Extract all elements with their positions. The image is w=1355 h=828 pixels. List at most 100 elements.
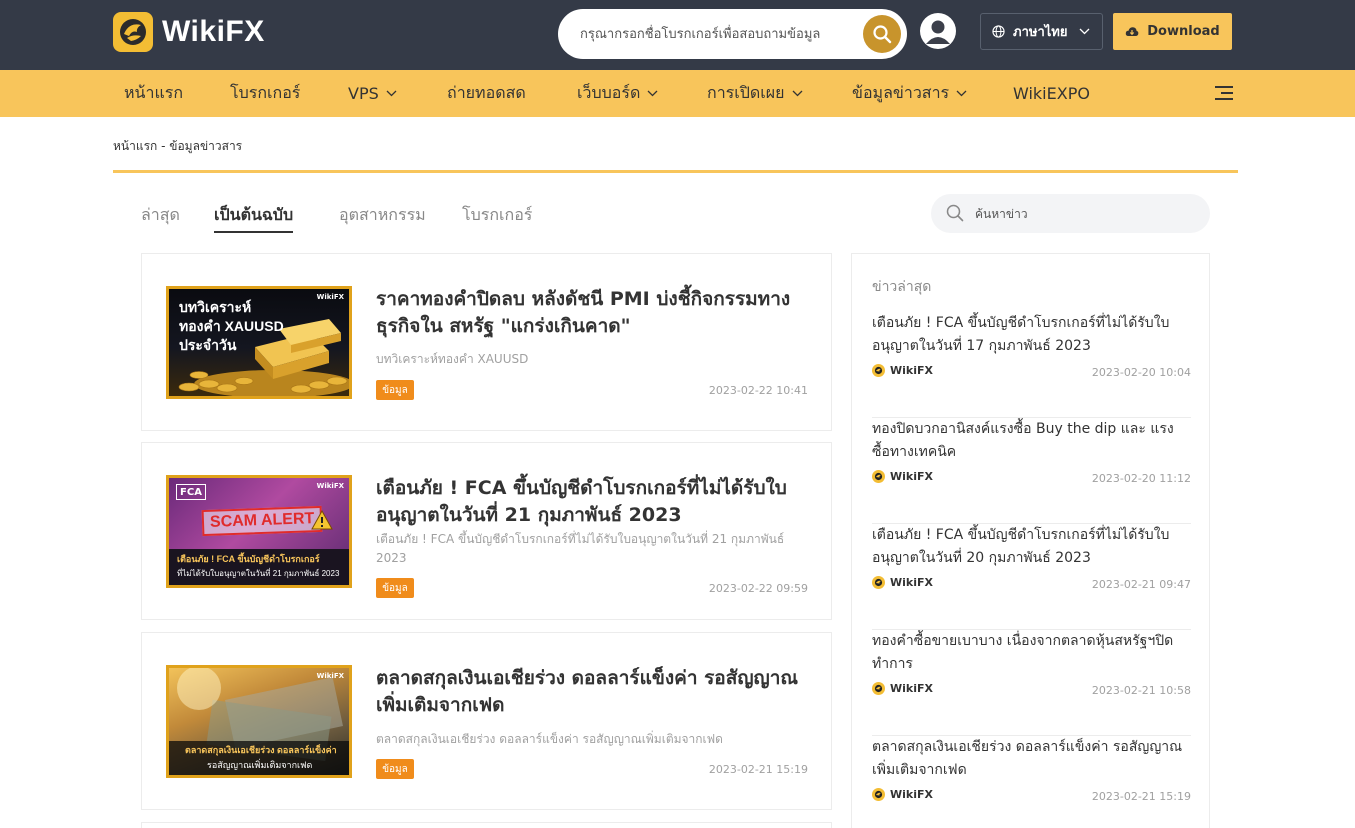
news-source: WikiFX [872, 576, 933, 589]
article-date: 2023-02-21 15:19 [708, 763, 808, 776]
sidebar-news-item[interactable]: ทองปิดบวกอานิสงค์แรงซื้อ Buy the dip และ… [872, 418, 1191, 524]
thumb-line-2: รอสัญญาณเพิ่มเติมจากเฟด [207, 760, 313, 770]
sidebar-news-title[interactable]: ตลาดสกุลเงินเอเชียร่วง ดอลลาร์แข็งค่า รอ… [872, 736, 1191, 782]
broker-search [558, 9, 907, 59]
nav-item-brokers[interactable]: โบรกเกอร์ [230, 70, 300, 117]
nav-item-label: โบรกเกอร์ [230, 83, 301, 102]
sidebar-title: ข่าวล่าสุด [872, 279, 932, 295]
news-date: 2023-02-20 11:12 [1091, 472, 1191, 485]
tab-latest[interactable]: ล่าสุด [141, 203, 180, 233]
sidebar-news-title[interactable]: เตือนภัย ! FCA ขึ้นบัญชีดำโบรกเกอร์ที่ไม… [872, 312, 1191, 358]
wikifx-logo-icon [872, 788, 885, 801]
sidebar-news-item[interactable]: เตือนภัย ! FCA ขึ้นบัญชีดำโบรกเกอร์ที่ไม… [872, 524, 1191, 630]
thumb-line-3: ประจำวัน [179, 337, 237, 353]
latest-news-sidebar: ข่าวล่าสุด เตือนภัย ! FCA ขึ้นบัญชีดำโบร… [851, 253, 1210, 828]
nav-item-label: การเปิดเผย [707, 83, 785, 102]
scam-alert-text: SCAM ALERT [201, 505, 323, 537]
tab-brokers[interactable]: โบรกเกอร์ [462, 203, 532, 233]
news-source: WikiFX [872, 682, 933, 695]
breadcrumb: หน้าแรก - ข้อมูลข่าวสาร [113, 137, 242, 156]
tab-original[interactable]: เป็นต้นฉบับ [214, 203, 294, 233]
news-source-label: WikiFX [890, 576, 933, 589]
broker-search-input[interactable] [580, 22, 850, 46]
nav-item-forum[interactable]: เว็บบอร์ด [577, 70, 658, 117]
sidebar-news-title[interactable]: ทองปิดบวกอานิสงค์แรงซื้อ Buy the dip และ… [872, 418, 1191, 464]
news-date: 2023-02-21 09:47 [1091, 578, 1191, 591]
news-search-input[interactable] [975, 204, 1195, 224]
article-subtitle: บทวิเคราะห์ทองคำ XAUUSD [376, 352, 529, 366]
hamburger-icon[interactable] [1215, 86, 1233, 100]
nav-item-label: ถ่ายทอดสด [447, 83, 526, 102]
news-source-label: WikiFX [890, 470, 933, 483]
category-tag[interactable]: ข้อมูล [376, 578, 414, 598]
chevron-down-icon [1080, 28, 1090, 35]
search-icon [946, 204, 964, 222]
language-label: ภาษาไทย [1013, 25, 1068, 40]
thumb-line-1: เตือนภัย ! FCA ขึ้นบัญชีดำโบรกเกอร์ [177, 554, 320, 564]
article-card[interactable]: FCA SCAM ALERT เตือนภัย ! FCA ขึ้นบัญชีด… [141, 442, 832, 620]
news-source: WikiFX [872, 470, 933, 483]
language-selector[interactable]: ภาษาไทย [980, 13, 1103, 50]
nav-item-disclosure[interactable]: การเปิดเผย [707, 70, 803, 117]
sidebar-news-title[interactable]: ทองคำซื้อขายเบาบาง เนื่องจากตลาดหุ้นสหรั… [872, 630, 1191, 676]
top-header: WikiFX ภาษาไทย [0, 0, 1355, 70]
category-tag[interactable]: ข้อมูล [376, 759, 414, 779]
download-button[interactable]: Download [1113, 13, 1232, 50]
article-card[interactable]: ตลาดสกุลเงินเอเชียร่วง ดอลลาร์แข็งค่า รอ… [141, 632, 832, 810]
article-title[interactable]: ตลาดสกุลเงินเอเชียร่วง ดอลลาร์แข็งค่า รอ… [376, 665, 816, 719]
category-tag[interactable]: ข้อมูล [376, 380, 414, 400]
download-label: Download [1147, 24, 1220, 39]
wikifx-logo-icon [872, 682, 885, 695]
chevron-down-icon [792, 90, 802, 97]
thumb-brand: WikiFX [316, 293, 344, 301]
wikifx-logo-icon [872, 576, 885, 589]
article-subtitle: เตือนภัย ! FCA ขึ้นบัญชีดำโบรกเกอร์ที่ไม… [376, 532, 785, 565]
news-source-label: WikiFX [890, 788, 933, 801]
main-nav: หน้าแรก โบรกเกอร์ VPS ถ่ายทอดสด เว็บบอร์… [0, 70, 1355, 117]
article-thumbnail[interactable]: บทวิเคราะห์ ทองคำ XAUUSD ประจำวัน WikiFX [166, 286, 352, 399]
divider [113, 170, 1238, 173]
broker-search-button[interactable] [863, 15, 901, 53]
site-logo[interactable]: WikiFX [113, 12, 265, 52]
thumb-brand: WikiFX [316, 482, 344, 490]
logo-text: WikiFX [162, 15, 265, 48]
sidebar-news-title[interactable]: เตือนภัย ! FCA ขึ้นบัญชีดำโบรกเกอร์ที่ไม… [872, 524, 1191, 570]
news-search [931, 194, 1210, 233]
nav-item-vps[interactable]: VPS [348, 70, 397, 117]
nav-item-wikiexpo[interactable]: WikiEXPO [1013, 70, 1090, 117]
nav-item-news[interactable]: ข้อมูลข่าวสาร [852, 70, 967, 117]
sidebar-news-item[interactable]: ทองคำซื้อขายเบาบาง เนื่องจากตลาดหุ้นสหรั… [872, 630, 1191, 736]
nav-item-live[interactable]: ถ่ายทอดสด [447, 70, 526, 117]
thumb-brand: WikiFX [316, 672, 344, 680]
sidebar-news-item[interactable]: ตลาดสกุลเงินเอเชียร่วง ดอลลาร์แข็งค่า รอ… [872, 736, 1191, 828]
article-title[interactable]: เตือนภัย ! FCA ขึ้นบัญชีดำโบรกเกอร์ที่ไม… [376, 475, 816, 529]
breadcrumb-separator: - [157, 139, 170, 153]
news-source-label: WikiFX [890, 364, 933, 377]
sidebar-news-item[interactable]: เตือนภัย ! FCA ขึ้นบัญชีดำโบรกเกอร์ที่ไม… [872, 312, 1191, 418]
article-thumbnail[interactable]: ตลาดสกุลเงินเอเชียร่วง ดอลลาร์แข็งค่า รอ… [166, 665, 352, 778]
news-date: 2023-02-21 10:58 [1091, 684, 1191, 697]
wikifx-logo-icon [113, 12, 153, 52]
news-source-label: WikiFX [890, 682, 933, 695]
fca-badge: FCA [176, 484, 206, 500]
globe-icon [992, 25, 1005, 38]
article-card[interactable] [141, 822, 832, 828]
breadcrumb-current: ข้อมูลข่าวสาร [169, 139, 243, 153]
thumb-line-2: ที่ไม่ได้รับใบอนุญาตในวันที่ 21 กุมภาพัน… [177, 569, 340, 578]
cloud-download-icon [1126, 27, 1139, 36]
article-thumbnail[interactable]: FCA SCAM ALERT เตือนภัย ! FCA ขึ้นบัญชีด… [166, 475, 352, 588]
nav-item-home[interactable]: หน้าแรก [124, 70, 183, 117]
article-subtitle: ตลาดสกุลเงินเอเชียร่วง ดอลลาร์แข็งค่า รอ… [376, 732, 723, 746]
wikifx-logo-icon [872, 364, 885, 377]
news-date: 2023-02-21 15:19 [1091, 790, 1191, 803]
thumb-line-1: ตลาดสกุลเงินเอเชียร่วง ดอลลาร์แข็งค่า [185, 745, 337, 755]
breadcrumb-home[interactable]: หน้าแรก [113, 139, 157, 153]
user-avatar[interactable] [920, 13, 956, 49]
news-source: WikiFX [872, 788, 933, 801]
article-card[interactable]: บทวิเคราะห์ ทองคำ XAUUSD ประจำวัน WikiFX… [141, 253, 832, 431]
chevron-down-icon [956, 90, 967, 97]
tab-industry[interactable]: อุตสาหกรรม [339, 203, 426, 233]
nav-item-label: ข้อมูลข่าวสาร [852, 83, 950, 102]
article-title[interactable]: ราคาทองคำปิดลบ หลังดัชนี PMI บ่งชี้กิจกร… [376, 286, 816, 340]
article-date: 2023-02-22 10:41 [708, 384, 808, 397]
